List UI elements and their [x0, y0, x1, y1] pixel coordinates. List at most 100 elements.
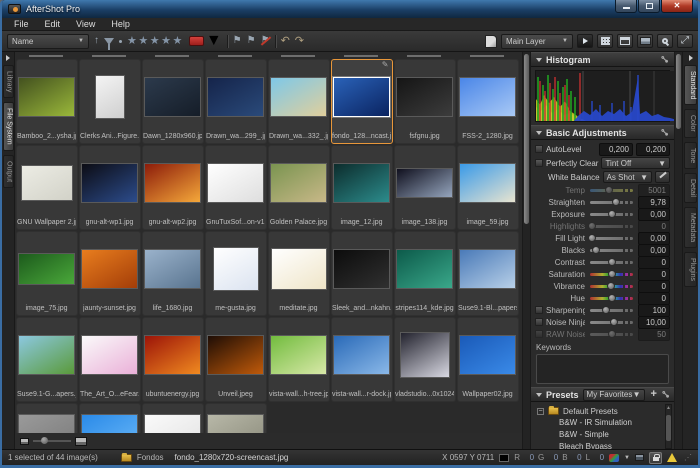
dual-monitor-icon[interactable] [635, 454, 644, 461]
title-bar[interactable]: AfterShot Pro ✕ [2, 0, 698, 18]
highlights-value[interactable]: 0 [638, 220, 670, 233]
slider-handle[interactable] [608, 270, 616, 278]
scroll-up-icon[interactable]: ▲ [666, 405, 671, 411]
slider-handle[interactable] [588, 222, 596, 230]
noise-ninja-value[interactable]: 10,00 [638, 316, 670, 329]
thumbnail-image[interactable] [460, 164, 515, 202]
thumbnail-cell[interactable]: Sleek_and...nkahn.jpg [331, 231, 393, 316]
maximize-button[interactable] [638, 0, 660, 13]
slideshow-button[interactable] [577, 34, 593, 48]
slider-handle[interactable] [610, 318, 618, 326]
thumbnail-image[interactable] [208, 415, 263, 434]
thumbnail-image[interactable] [460, 78, 515, 116]
thumbnail-image[interactable] [19, 78, 74, 116]
slider-handle[interactable] [608, 294, 616, 302]
thumbnail-cell[interactable]: Unveil.jpeg [205, 317, 267, 402]
thumbnail-cell-partial[interactable] [204, 52, 267, 59]
thumbnail-image[interactable] [82, 415, 137, 434]
scrollbar-thumb[interactable] [666, 415, 671, 441]
autolevel-value-2[interactable]: 0,200 [636, 143, 670, 156]
resize-grip[interactable]: ⋰ [684, 453, 692, 462]
menu-item-file[interactable]: File [6, 19, 37, 29]
split-view-button[interactable] [617, 34, 633, 48]
slider-handle[interactable] [592, 246, 600, 254]
thumbnail-image[interactable] [145, 415, 200, 434]
thumbnail-cell-partial[interactable] [456, 52, 519, 59]
presets-filter-dropdown[interactable]: My Favorites ▼ [583, 389, 645, 401]
thumbnail-image[interactable] [334, 336, 389, 374]
thumbnail-image[interactable] [214, 248, 258, 290]
panel-tab-standard[interactable]: Standard [684, 65, 697, 105]
keywords-input[interactable] [536, 354, 669, 384]
preset-item[interactable]: B&W - IR Simulation [559, 417, 674, 429]
thumbnail-image[interactable] [96, 76, 124, 118]
preset-item[interactable]: B&W - Simple [559, 429, 674, 441]
thumbnail-cell[interactable]: FSS-2_1280.jpg [457, 59, 519, 144]
slider-handle[interactable] [612, 198, 620, 206]
scrollbar-thumb[interactable] [524, 54, 529, 224]
thumbnail-image[interactable] [208, 78, 263, 116]
zoom-button[interactable] [657, 34, 673, 48]
histogram-header[interactable]: Histogram ⊶ [531, 52, 674, 67]
thumbnail-image[interactable] [19, 336, 74, 374]
thumbnail-image[interactable] [22, 166, 72, 200]
thumbnail-cell[interactable]: gnu-alt-wp1.jpg [79, 145, 141, 230]
thumbnail-cell[interactable]: me-gusta.jpg [205, 231, 267, 316]
flag-icon[interactable]: ⚑ [233, 36, 242, 46]
thumbnail-cell-partial[interactable] [267, 52, 330, 59]
thumbnail-image[interactable] [460, 336, 515, 374]
tint-dropdown[interactable]: Tint Off ▼ [601, 157, 670, 169]
color-label-dropdown[interactable]: ▼ [189, 32, 222, 50]
thumbnail-cell[interactable]: vladstudio...0x1024.jpg [394, 317, 456, 402]
thumbnail-cell[interactable]: GNU Wallpaper 2.jpg [16, 145, 78, 230]
star-rating-filter[interactable]: ★★★★★ [127, 36, 184, 47]
blacks-slider[interactable] [590, 249, 633, 252]
fit-button[interactable]: ⤢ [677, 34, 693, 48]
thumbnail-cell[interactable]: Wallpaper02.jpg [457, 317, 519, 402]
preset-item[interactable]: Bleach Bypass [559, 441, 674, 449]
panel-tab-metadata[interactable]: Metadata [684, 207, 697, 248]
thumbnail-cell[interactable] [79, 403, 141, 433]
thumbnail-image[interactable] [82, 250, 137, 288]
thumbnail-image[interactable] [334, 250, 389, 288]
warning-icon[interactable] [667, 453, 677, 462]
grid-scrollbar[interactable] [522, 52, 530, 449]
slider-handle[interactable] [607, 282, 615, 290]
no-flag-icon[interactable]: ⚑ [261, 36, 270, 46]
sidebar-tab-file-system[interactable]: File System [3, 102, 14, 151]
highlights-slider[interactable] [590, 225, 633, 228]
minimize-button[interactable] [615, 0, 637, 13]
vibrance-slider[interactable] [590, 285, 633, 288]
slider-handle[interactable] [608, 330, 616, 338]
layer-dropdown[interactable]: Main Layer ▼ [501, 34, 573, 49]
sharpening-value[interactable]: 100 [638, 304, 670, 317]
thumbnail-cell-partial[interactable] [78, 52, 141, 59]
lock-button[interactable] [649, 452, 662, 464]
thumbnail-image[interactable] [401, 333, 449, 377]
thumbnail-cell[interactable]: Suse9.1-Bl...papers.jpg [457, 231, 519, 316]
raw-noise-value[interactable]: 50 [638, 328, 670, 341]
thumbnail-cell[interactable]: Bamboo_2...ysha.jpg [16, 59, 78, 144]
thumbnail-cell[interactable]: GnuTuxSof...on-v1.jpg [205, 145, 267, 230]
collapse-triangle-icon[interactable] [536, 131, 542, 135]
thumbnail-cell-partial[interactable] [141, 52, 204, 59]
pin-icon[interactable]: ⊶ [659, 388, 672, 401]
thumbnail-cell[interactable]: vista-wall...h-tree.jpg [268, 317, 330, 402]
thumbnail-image[interactable] [334, 164, 389, 202]
noise-ninja-slider[interactable] [590, 321, 633, 324]
sidebar-tab-library[interactable]: Library [3, 65, 14, 98]
thumbnail-image[interactable] [19, 415, 74, 434]
thumbnail-cell[interactable]: ubuntuenergy.jpg [142, 317, 204, 402]
presets-header[interactable]: Presets My Favorites ▼ + ⊶ [531, 387, 674, 402]
collapse-arrow-icon[interactable] [6, 55, 10, 61]
menu-item-help[interactable]: Help [103, 19, 138, 29]
thumbnail-cell[interactable]: fsfgnu.jpg [394, 59, 456, 144]
close-button[interactable]: ✕ [661, 0, 693, 13]
thumbnail-cell[interactable]: Clerks Ani...Figure.jpg [79, 59, 141, 144]
thumbnail-image[interactable] [271, 336, 326, 374]
thumbnail-image[interactable] [145, 78, 200, 116]
preset-folder-row[interactable]: − Default Presets [537, 405, 674, 417]
thumbnail-cell[interactable]: Drawn_wa...299_.jpg [205, 59, 267, 144]
folder-name[interactable]: Fondos [137, 453, 164, 462]
panel-tab-color[interactable]: Color [684, 109, 697, 138]
